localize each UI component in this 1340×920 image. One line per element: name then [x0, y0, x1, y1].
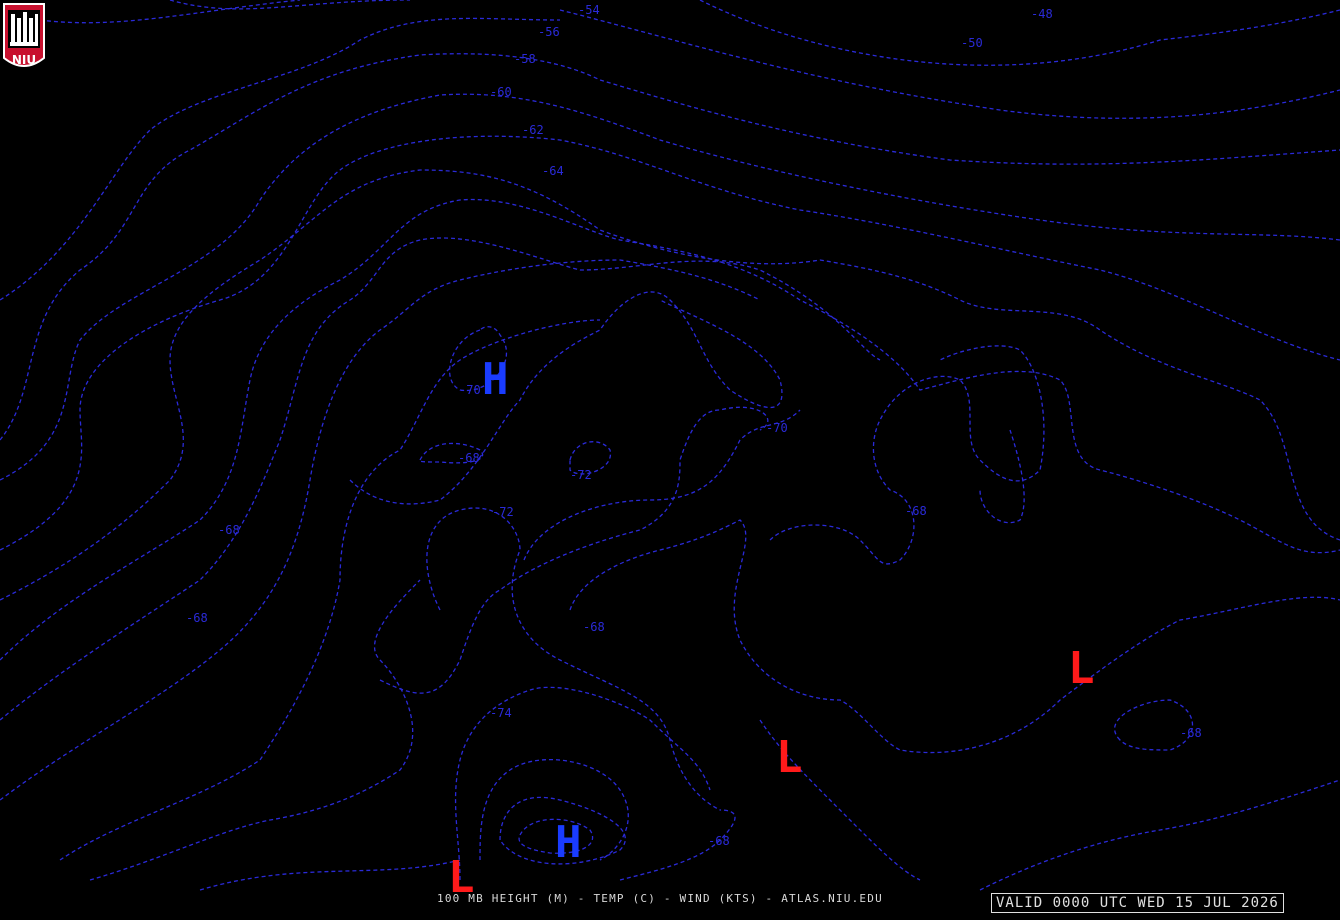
contour-label: -72 — [570, 468, 592, 482]
contour-label: -60 — [490, 85, 512, 99]
valid-time-label: VALID 0000 UTC WED 15 JUL 2026 — [991, 893, 1284, 913]
contour-label: -68 — [458, 451, 480, 465]
contour-label: -68 — [708, 834, 730, 848]
high-pressure-center: H — [555, 817, 582, 868]
contour-label: -68 — [583, 620, 605, 634]
weather-map: -54 -48 -50 -56 -58 -60 -62 -64 -70 -70 … — [0, 0, 1340, 920]
contour-label: -72 — [492, 505, 514, 519]
contour-label: -68 — [218, 523, 240, 537]
niu-logo: NIU — [3, 3, 45, 67]
contour-label: -74 — [490, 706, 512, 720]
contour-label: -48 — [1031, 7, 1053, 21]
contour-label: -68 — [186, 611, 208, 625]
logo-text: NIU — [12, 53, 36, 67]
contour-label: -58 — [514, 52, 536, 66]
contour-label: -68 — [1180, 726, 1202, 740]
contour-label: -70 — [459, 383, 481, 397]
contour-label: -56 — [538, 25, 560, 39]
contour-label: -68 — [905, 504, 927, 518]
map-caption: 100 MB HEIGHT (M) - TEMP (C) - WIND (KTS… — [437, 892, 883, 905]
contour-label: -62 — [522, 123, 544, 137]
contour-label: -54 — [578, 3, 600, 17]
high-pressure-center: H — [482, 354, 509, 405]
contour-label: -64 — [542, 164, 564, 178]
contour-label: -50 — [961, 36, 983, 50]
low-pressure-center: L — [776, 732, 803, 783]
low-pressure-center: L — [1068, 643, 1095, 694]
contour-label: -70 — [766, 421, 788, 435]
